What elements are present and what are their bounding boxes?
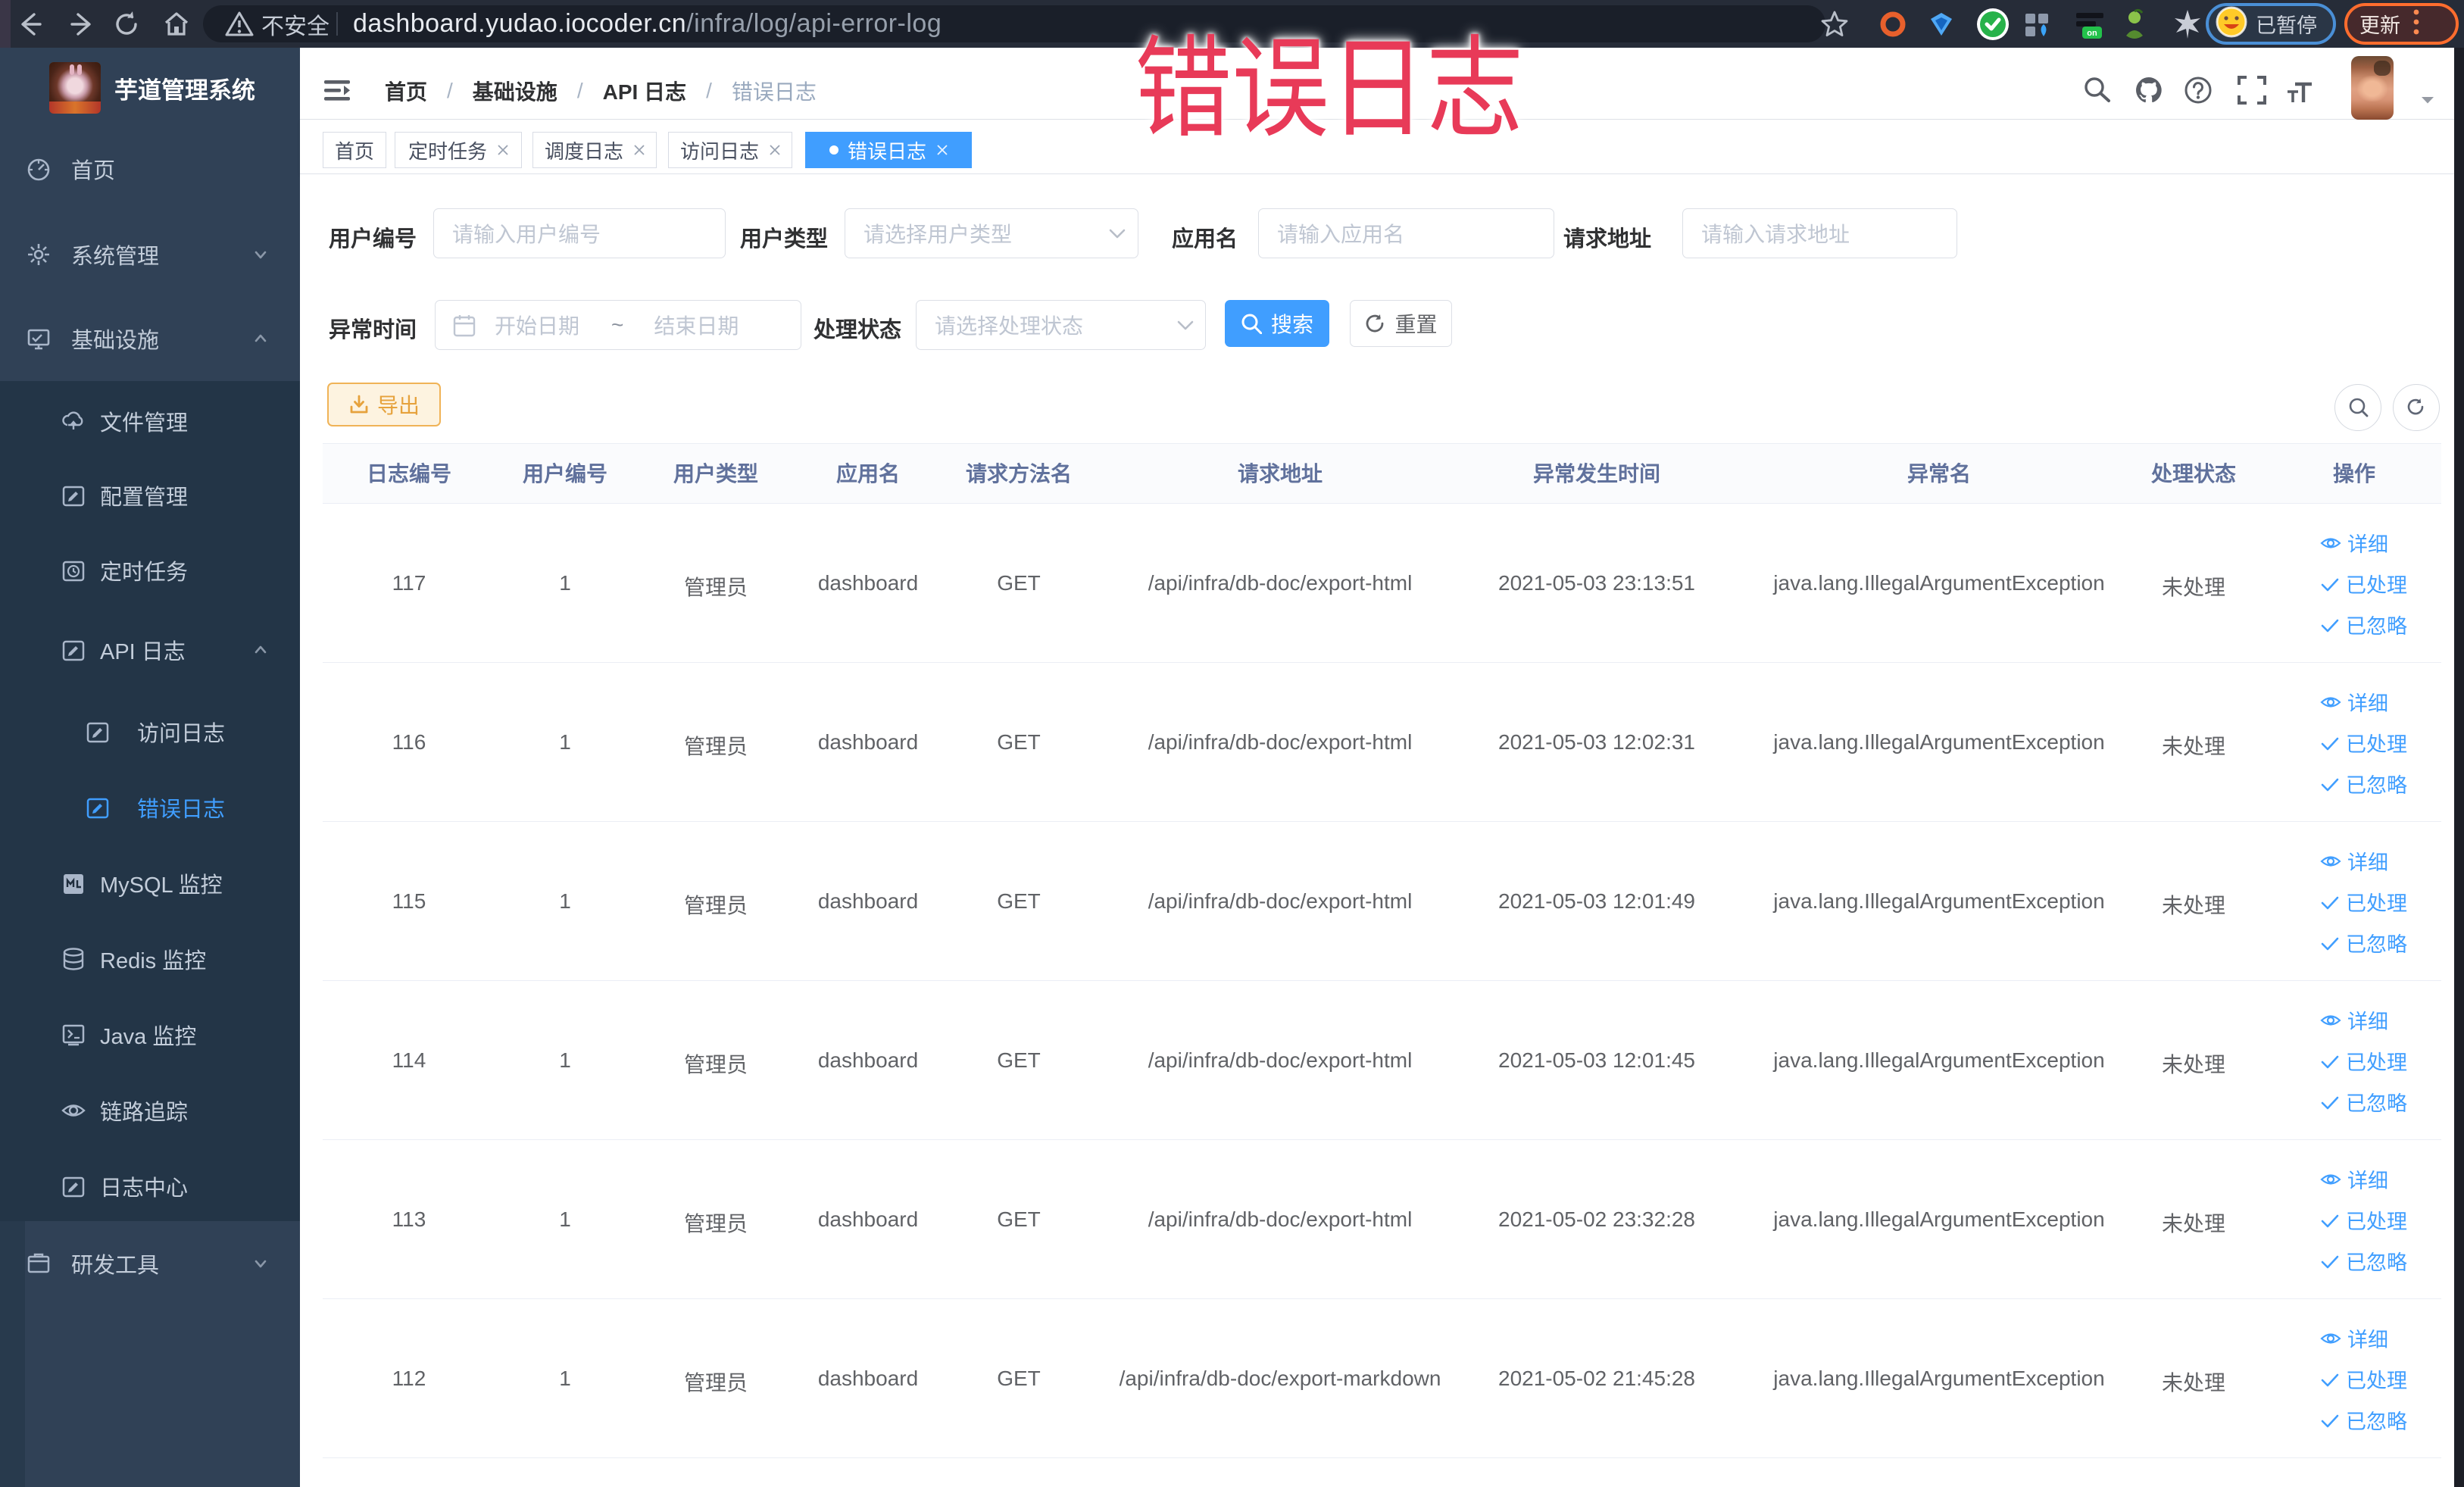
svg-text:on: on bbox=[2087, 29, 2097, 38]
